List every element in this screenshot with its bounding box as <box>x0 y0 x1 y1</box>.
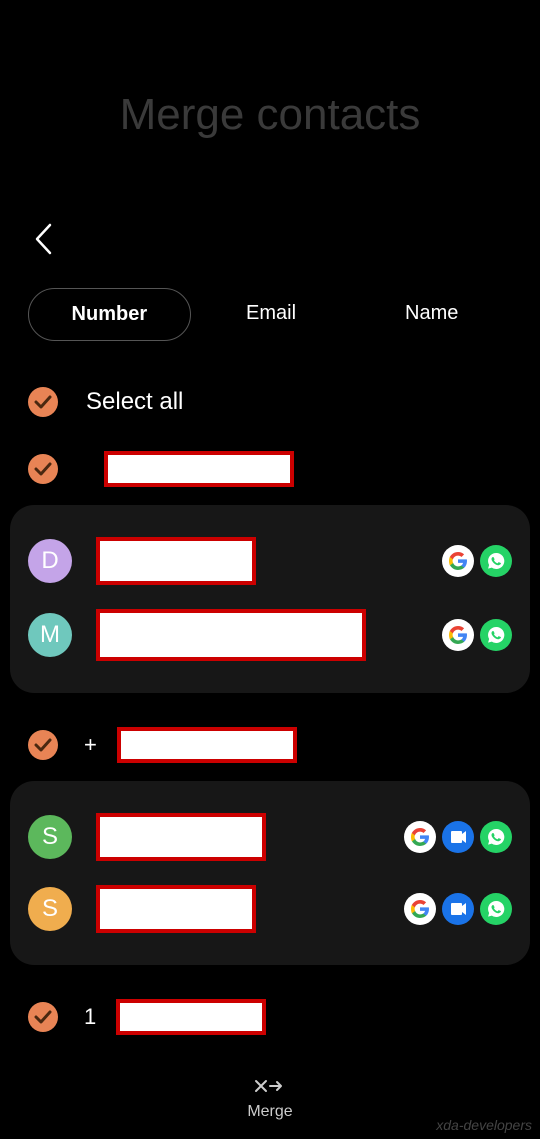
redacted-label <box>117 727 297 763</box>
google-icon <box>404 893 436 925</box>
group-header[interactable]: 1 <box>0 993 540 1053</box>
contact-row[interactable]: S <box>28 801 512 873</box>
merge-button[interactable]: Merge <box>0 1076 540 1121</box>
contact-row[interactable]: M <box>28 597 512 673</box>
checkmark-icon <box>34 738 52 752</box>
contact-group-card: D M <box>10 505 530 693</box>
avatar: M <box>28 613 72 657</box>
checkmark-icon <box>34 1010 52 1024</box>
group-checkbox[interactable] <box>28 454 58 484</box>
content-area: Select all D M <box>0 361 540 1053</box>
redacted-name <box>96 609 366 661</box>
icon-group <box>404 893 512 925</box>
back-icon <box>32 222 54 256</box>
group-checkbox[interactable] <box>28 1002 58 1032</box>
icon-group <box>442 619 512 651</box>
back-button[interactable] <box>0 210 540 268</box>
google-icon <box>404 821 436 853</box>
group-prefix: + <box>84 732 97 758</box>
whatsapp-icon <box>480 619 512 651</box>
select-all-row[interactable]: Select all <box>0 379 540 445</box>
redacted-name <box>96 813 266 861</box>
contact-row[interactable]: S <box>28 873 512 945</box>
group-checkbox[interactable] <box>28 730 58 760</box>
avatar: D <box>28 539 72 583</box>
tab-name[interactable]: Name <box>351 288 512 341</box>
tab-number[interactable]: Number <box>28 288 191 341</box>
avatar: S <box>28 815 72 859</box>
group-header[interactable]: + <box>0 721 540 781</box>
redacted-label <box>116 999 266 1035</box>
google-icon <box>442 545 474 577</box>
checkmark-icon <box>34 395 52 409</box>
watermark: xda-developers <box>436 1117 532 1133</box>
redacted-label <box>104 451 294 487</box>
select-all-label: Select all <box>86 388 183 416</box>
whatsapp-icon <box>480 821 512 853</box>
whatsapp-icon <box>480 893 512 925</box>
group-prefix: 1 <box>84 1004 96 1030</box>
tab-email[interactable]: Email <box>191 288 352 341</box>
group-header[interactable] <box>0 445 540 505</box>
redacted-name <box>96 537 256 585</box>
redacted-name <box>96 885 256 933</box>
merge-icon <box>253 1076 287 1096</box>
whatsapp-icon <box>480 545 512 577</box>
google-icon <box>442 619 474 651</box>
icon-group <box>404 821 512 853</box>
checkmark-icon <box>34 462 52 476</box>
tab-bar: Number Email Name <box>0 268 540 361</box>
contact-group-card: S S <box>10 781 530 965</box>
contact-row[interactable]: D <box>28 525 512 597</box>
duo-icon <box>442 821 474 853</box>
icon-group <box>442 545 512 577</box>
select-all-checkbox[interactable] <box>28 387 58 417</box>
duo-icon <box>442 893 474 925</box>
avatar: S <box>28 887 72 931</box>
page-title: Merge contacts <box>0 0 540 210</box>
